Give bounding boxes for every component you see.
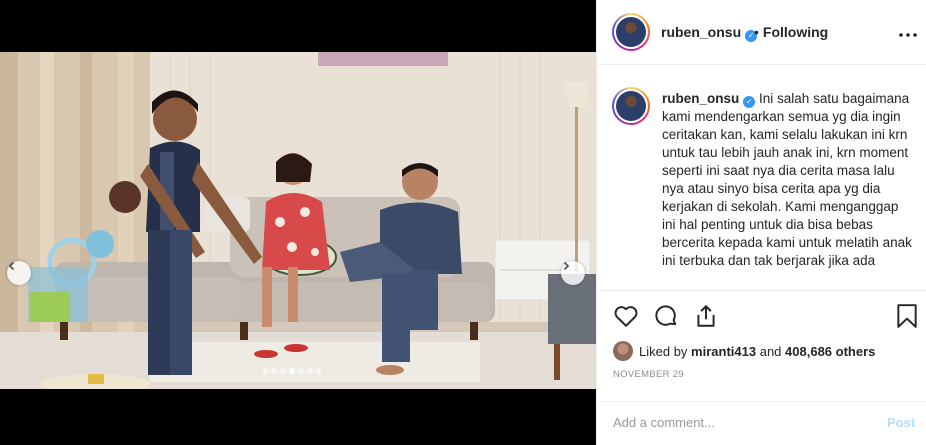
separator-dot: • bbox=[754, 24, 759, 40]
caption: ruben_onsu ✓ Ini salah satu bagaimana kam… bbox=[662, 90, 912, 270]
caption-avatar[interactable] bbox=[612, 87, 650, 125]
post-sidebar: ruben_onsu ✓ • Following ruben_onsu ✓ Ini s… bbox=[596, 0, 926, 445]
carousel-dot bbox=[316, 368, 322, 374]
photo-scene bbox=[0, 52, 596, 389]
post-media bbox=[0, 0, 596, 445]
comment-button[interactable] bbox=[653, 303, 679, 329]
carousel-dot bbox=[298, 368, 304, 374]
heart-icon bbox=[614, 306, 638, 327]
liked-by-and: and bbox=[759, 343, 782, 359]
likes-summary: Liked by miranti413 and 408,686 others bbox=[613, 341, 875, 361]
header-username-text[interactable]: ruben_onsu bbox=[661, 24, 741, 40]
caption-verified-badge-icon: ✓ bbox=[743, 96, 756, 108]
carousel-indicator bbox=[262, 368, 322, 374]
header-username[interactable]: ruben_onsu ✓ bbox=[661, 24, 758, 42]
bookmark-icon bbox=[897, 304, 917, 328]
carousel-dot bbox=[271, 368, 277, 374]
post-actions: Liked by miranti413 and 408,686 others N… bbox=[597, 290, 926, 445]
liked-by-user[interactable]: miranti413 bbox=[691, 344, 756, 359]
share-upload-icon bbox=[697, 305, 715, 327]
liked-by-prefix: Liked by bbox=[639, 343, 688, 359]
carousel-dot bbox=[262, 368, 268, 374]
carousel-dot bbox=[307, 368, 313, 374]
caption-area: ruben_onsu ✓ Ini salah satu bagaimana kam… bbox=[597, 66, 926, 290]
carousel-dot bbox=[289, 368, 295, 374]
carousel-next-button[interactable] bbox=[561, 261, 585, 285]
chevron-right-icon bbox=[563, 261, 570, 271]
comment-input[interactable] bbox=[613, 415, 863, 430]
chevron-left-icon bbox=[8, 261, 15, 271]
caption-text: Ini salah satu bagaimana kami mendengark… bbox=[662, 91, 912, 268]
post-comment-button[interactable]: Post bbox=[887, 415, 915, 430]
more-options-button[interactable] bbox=[899, 22, 917, 40]
comment-bubble-icon bbox=[655, 305, 677, 326]
share-button[interactable] bbox=[693, 303, 719, 329]
like-button[interactable] bbox=[613, 303, 639, 329]
carousel-dot bbox=[280, 368, 286, 374]
save-button[interactable] bbox=[894, 303, 920, 329]
post-date[interactable]: NOVEMBER 29 bbox=[613, 369, 684, 380]
carousel-prev-button[interactable] bbox=[7, 261, 31, 285]
follow-status-text[interactable]: Following bbox=[763, 24, 828, 40]
liker-avatar[interactable] bbox=[613, 341, 633, 361]
post-header: ruben_onsu ✓ • Following bbox=[597, 0, 926, 65]
likes-others[interactable]: 408,686 others bbox=[785, 344, 875, 359]
follow-status[interactable]: • Following bbox=[754, 24, 828, 40]
more-dots-icon bbox=[899, 33, 917, 37]
comment-box: Post bbox=[597, 401, 926, 445]
header-avatar[interactable] bbox=[612, 13, 650, 51]
post-photo[interactable] bbox=[0, 52, 596, 389]
caption-username[interactable]: ruben_onsu bbox=[662, 91, 739, 106]
